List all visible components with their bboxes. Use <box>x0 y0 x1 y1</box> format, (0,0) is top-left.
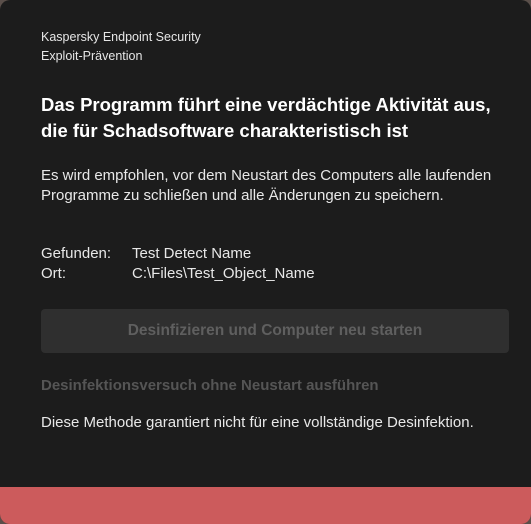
header: Kaspersky Endpoint Security Exploit-Präv… <box>41 28 201 66</box>
location-value: C:\Files\Test_Object_Name <box>132 265 315 282</box>
footer-accent-bar <box>0 487 531 524</box>
disinfect-restart-button[interactable]: Desinfizieren und Computer neu starten <box>41 309 509 353</box>
location-row: Ort: C:\Files\Test_Object_Name <box>41 264 315 284</box>
component-name: Exploit-Prävention <box>41 49 143 63</box>
alert-headline: Das Programm führt eine verdächtige Akti… <box>41 94 491 141</box>
advice-text: Es wird empfohlen, vor dem Neustart des … <box>41 167 492 204</box>
found-value: Test Detect Name <box>132 245 252 262</box>
found-row: Gefunden: Test Detect Name <box>41 244 315 264</box>
detection-details: Gefunden: Test Detect Name Ort: C:\Files… <box>41 244 315 284</box>
notification-window: Kaspersky Endpoint Security Exploit-Präv… <box>0 0 531 524</box>
location-label: Ort: <box>41 265 66 282</box>
disinfect-without-restart-link[interactable]: Desinfektionsversuch ohne Neustart ausfü… <box>41 377 379 394</box>
app-name: Kaspersky Endpoint Security <box>41 30 201 44</box>
found-label: Gefunden: <box>41 245 112 262</box>
method-note: Diese Methode garantiert nicht für eine … <box>41 414 474 431</box>
